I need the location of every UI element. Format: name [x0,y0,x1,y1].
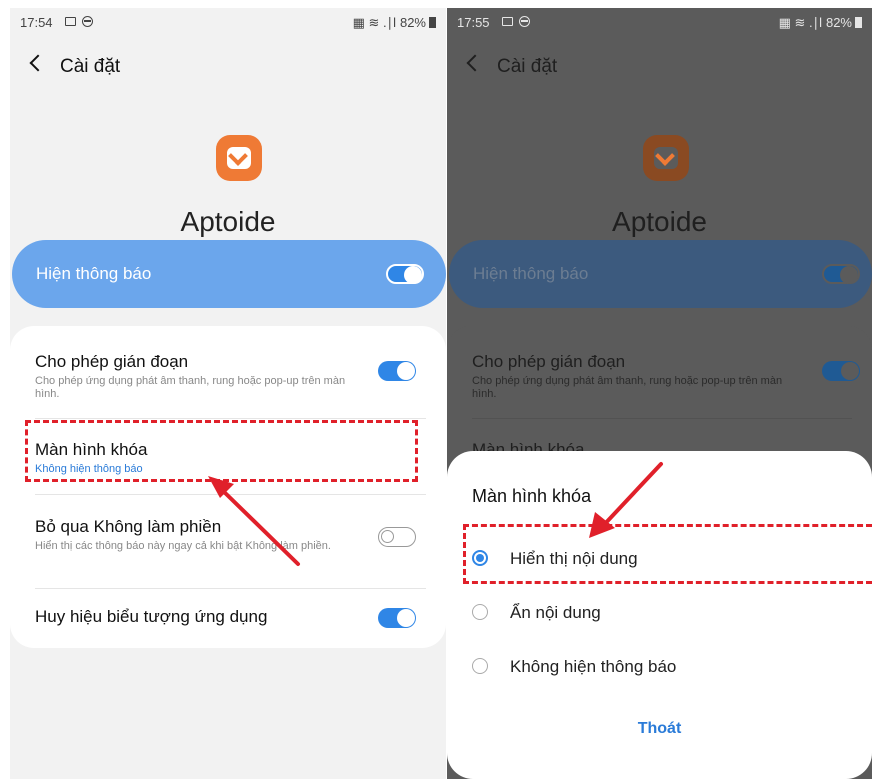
show-notifications-label: Hiện thông báo [473,264,589,283]
gallery-icon [502,17,513,26]
app-name: Aptoide [612,206,707,237]
aptoide-app-icon [643,135,689,181]
battery-level: 82% [399,15,426,30]
settings-screen-left: 17:54 ▦ ≋ .∣l 82% Cài đặt Aptoide Hiện th… [10,8,446,779]
do-not-disturb-icon [519,16,530,27]
signal-icon: ▦ ≋ .∣l [352,15,396,30]
gallery-icon [65,17,76,26]
chevron-left-icon [466,54,484,72]
back-label: Cài đặt [60,56,121,77]
show-notifications-row: Hiện thông báo [449,240,872,308]
app-icon-badges-title: Huy hiệu biểu tượng ứng dụng [35,607,268,626]
allow-interruptions-subtitle: Cho phép ứng dụng phát âm thanh, rung ho… [35,375,346,400]
annotation-arrow [589,462,663,538]
annotation-arrow [208,476,300,566]
back-label: Cài đặt [497,56,558,77]
show-notifications-toggle [822,264,860,284]
show-notifications-toggle[interactable] [386,264,424,284]
status-bar: 17:55 ▦ ≋ .∣l 82% [447,8,872,36]
battery-icon [429,17,436,28]
show-notifications-row[interactable]: Hiện thông báo [12,240,446,308]
back-button[interactable]: Cài đặt [29,52,121,78]
status-bar: 17:54 ▦ ≋ .∣l 82% [10,8,446,36]
radio-icon [472,658,488,674]
option-label: Ẩn nội dung [510,603,601,622]
allow-interruptions-row[interactable]: Cho phép gián đoạn Cho phép ứng dụng phá… [10,326,446,418]
battery-icon [855,17,862,28]
radio-icon [472,604,488,620]
option-label: Không hiện thông báo [510,657,677,676]
status-time: 17:55 [457,15,490,30]
status-right: ▦ ≋ .∣l 82% [353,15,436,31]
option-hide-content[interactable]: Ẩn nội dung [472,603,601,623]
app-icon-badges-row[interactable]: Huy hiệu biểu tượng ứng dụng [10,589,446,647]
back-button: Cài đặt [466,52,558,78]
app-name: Aptoide [180,206,276,237]
dialog-title: Màn hình khóa [472,486,592,506]
show-notifications-label: Hiện thông báo [36,264,152,283]
settings-screen-right: 17:55 ▦ ≋ .∣l 82% Cài đặt Aptoide Hiện th… [447,8,872,779]
signal-icon: ▦ ≋ .∣l [778,15,822,30]
do-not-disturb-icon [82,16,93,27]
app-icon-badges-toggle[interactable] [378,608,416,628]
override-dnd-title: Bỏ qua Không làm phiền [35,517,222,536]
exit-button[interactable]: Thoát [447,720,872,738]
option-no-notifications[interactable]: Không hiện thông báo [472,657,676,677]
allow-interruptions-toggle [822,361,860,381]
override-dnd-toggle[interactable] [378,527,416,547]
allow-interruptions-title: Cho phép gián đoạn [35,352,189,371]
allow-interruptions-subtitle: Cho phép ứng dụng phát âm thanh, rung ho… [472,375,783,400]
status-right: ▦ ≋ .∣l 82% [779,15,862,31]
battery-level: 82% [825,15,852,30]
divider [472,418,852,419]
allow-interruptions-toggle[interactable] [378,361,416,381]
allow-interruptions-title: Cho phép gián đoạn [472,352,626,371]
status-time: 17:54 [20,15,53,30]
chevron-left-icon [29,54,47,72]
aptoide-app-icon [216,135,262,181]
